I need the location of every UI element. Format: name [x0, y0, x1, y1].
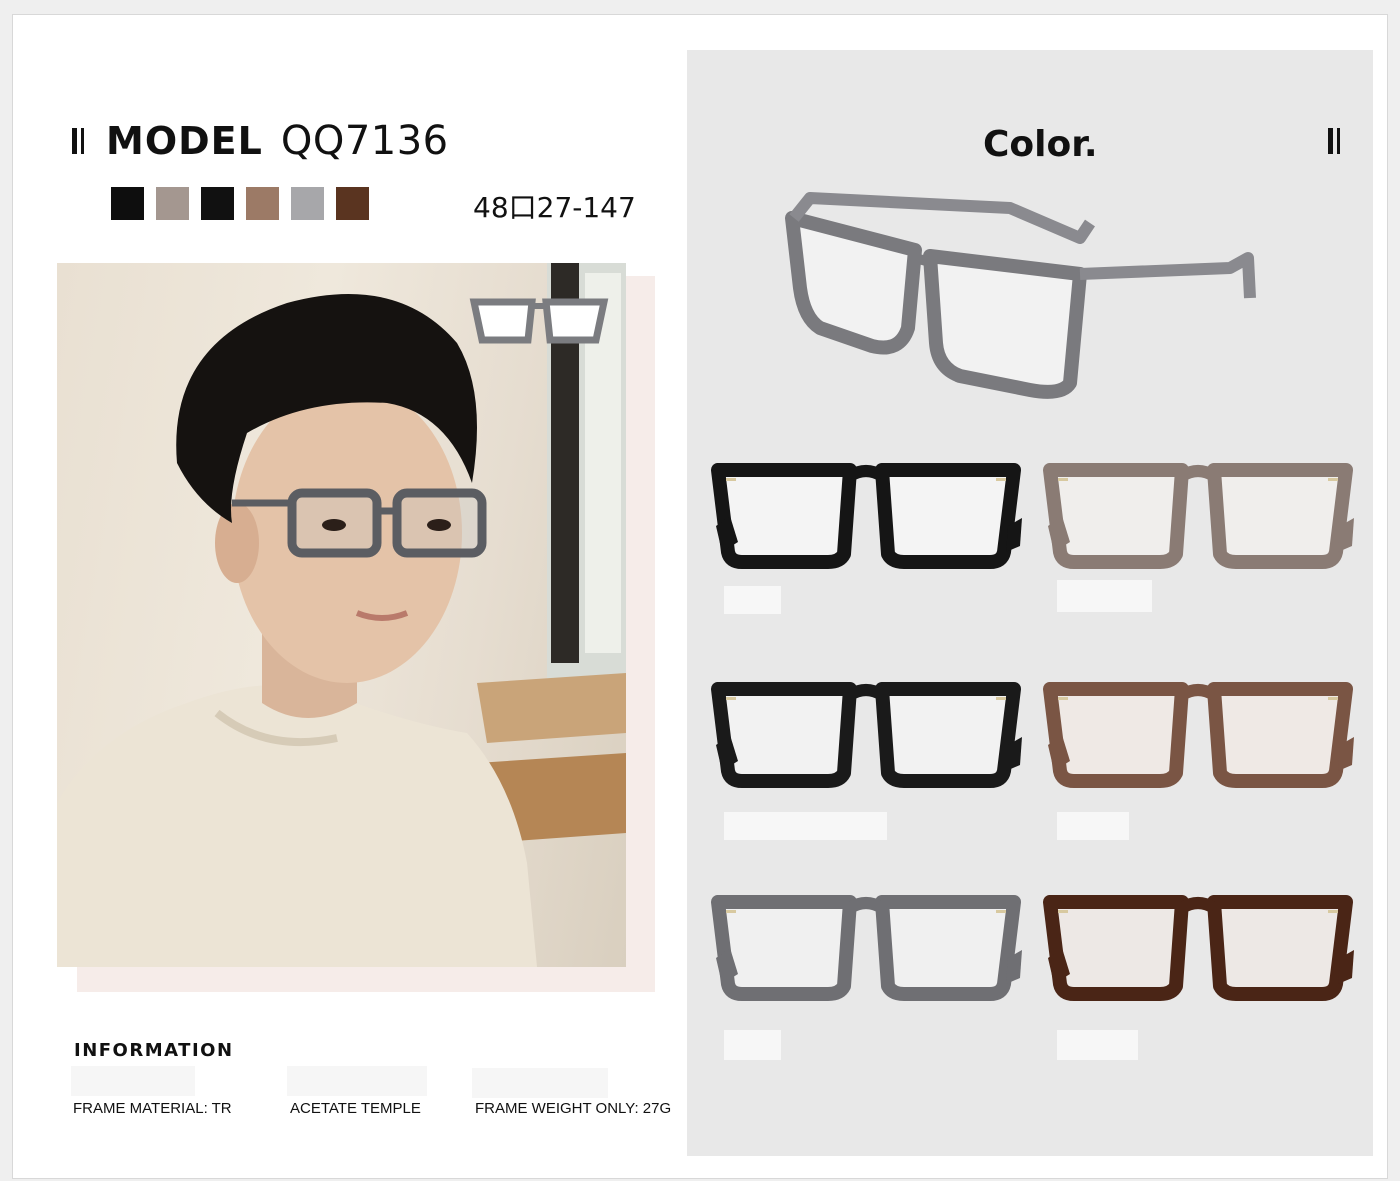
swatch-tortoise[interactable]: [336, 187, 369, 220]
variant-label-box: [724, 812, 887, 840]
info-weight: FRAME WEIGHT ONLY: 27G: [475, 1100, 672, 1117]
frame-variant-black-clear: [711, 682, 1022, 788]
info-placeholder: [71, 1066, 195, 1096]
glasses-hero-icon: [785, 192, 1256, 399]
info-frame-material: FRAME MATERIAL: TR: [73, 1100, 232, 1117]
model-label: MODEL: [106, 119, 263, 163]
info-placeholder: [472, 1068, 608, 1098]
model-header: MODEL QQ7136: [72, 116, 449, 166]
frame-variant-black: [711, 463, 1022, 569]
frame-variant-brown: [1043, 682, 1354, 788]
frame-size: 48口27-147: [473, 191, 636, 224]
variant-label-box: [1057, 812, 1129, 840]
variant-label-box: [1057, 1030, 1138, 1060]
swatch-black[interactable]: [111, 187, 144, 220]
information-title: INFORMATION: [74, 1040, 234, 1061]
swatch-brown[interactable]: [246, 187, 279, 220]
swatch-black-clear[interactable]: [201, 187, 234, 220]
frame-variant-tortoise: [1043, 895, 1354, 1001]
color-swatches: [111, 187, 369, 220]
variant-label-box: [1057, 580, 1152, 612]
color-title: Color.: [983, 124, 1098, 165]
frame-variant-taupe: [1043, 463, 1354, 569]
variant-label-box: [724, 1030, 781, 1060]
bar-mark-icon: [1328, 128, 1340, 154]
model-code: QQ7136: [280, 118, 449, 164]
variant-label-box: [724, 586, 781, 614]
swatch-taupe[interactable]: [156, 187, 189, 220]
model-photo: [57, 263, 626, 967]
info-placeholder: [287, 1066, 427, 1096]
glasses-thumbnail-icon: [469, 298, 609, 344]
info-temple: ACETATE TEMPLE: [290, 1100, 421, 1117]
swatch-grey[interactable]: [291, 187, 324, 220]
bar-mark-icon: [72, 128, 84, 154]
frame-variant-grey: [711, 895, 1022, 1001]
